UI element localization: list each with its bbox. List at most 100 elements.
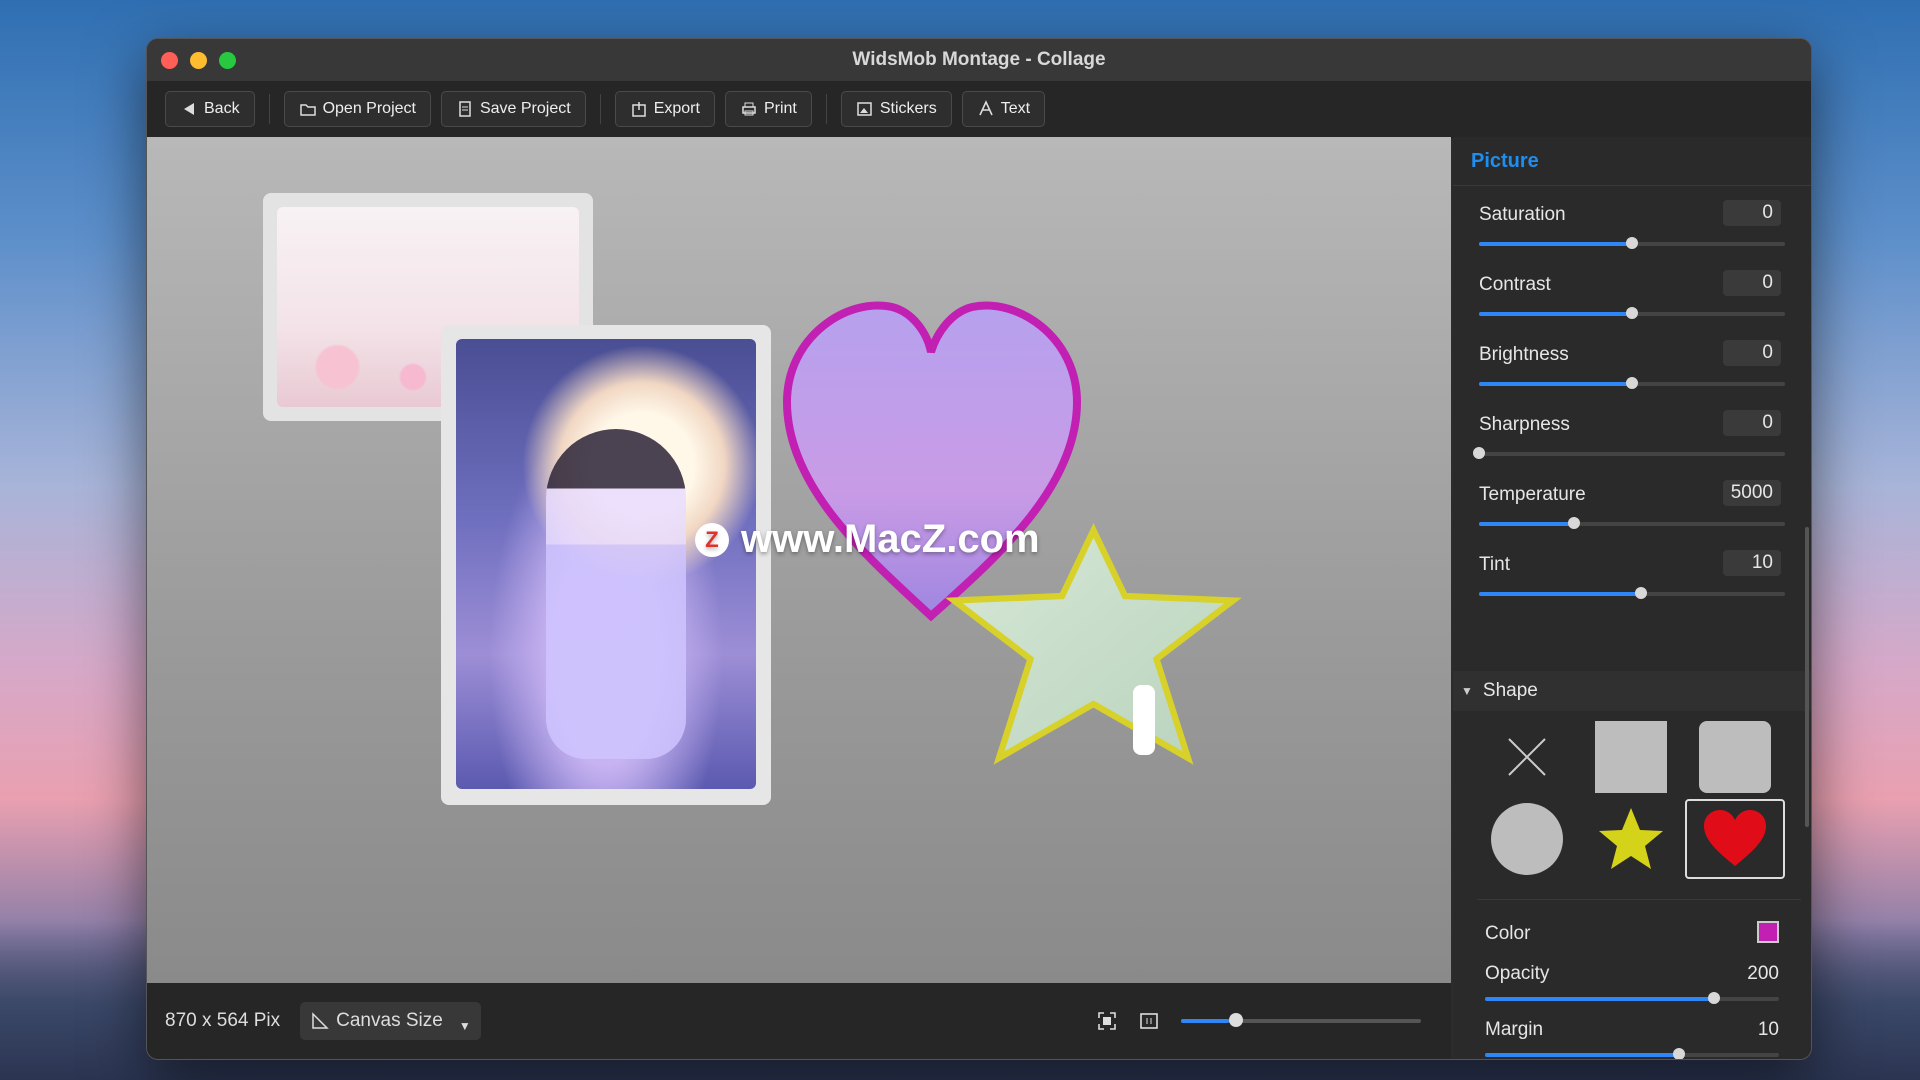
canvas-dimensions: 870 x 564 Pix — [165, 1010, 281, 1031]
adjustment-row: Saturation 0 — [1453, 186, 1811, 256]
adjustment-value-field[interactable]: 10 — [1723, 550, 1781, 576]
adjustment-label: Temperature — [1479, 484, 1586, 505]
rounded-square-icon — [1699, 721, 1771, 793]
adjustment-slider-knob[interactable] — [1626, 237, 1638, 249]
heart-photo-shape[interactable] — [782, 301, 1082, 622]
watermark-text: www.MacZ.com — [741, 517, 1040, 561]
back-button[interactable]: Back — [165, 91, 255, 127]
text-icon — [979, 100, 993, 116]
adjustment-value-field[interactable]: 5000 — [1723, 480, 1781, 506]
adjustment-slider[interactable] — [1473, 447, 1785, 459]
zoom-button[interactable] — [219, 52, 236, 69]
opacity-slider-knob[interactable] — [1708, 992, 1721, 1004]
color-swatch[interactable] — [1757, 921, 1779, 943]
heart-icon — [1704, 810, 1766, 866]
adjustment-row: Tint 10 — [1453, 536, 1811, 606]
chevron-down-icon: ▼ — [458, 1019, 471, 1033]
back-label: Back — [204, 100, 240, 117]
printer-icon — [742, 102, 756, 116]
status-bar: 870 x 564 Pix Canvas Size ▼ — [147, 983, 1451, 1059]
save-project-button[interactable]: Save Project — [440, 91, 586, 127]
opacity-label: Opacity — [1485, 963, 1550, 984]
opacity-slider[interactable] — [1485, 992, 1779, 1004]
adjustment-row: Temperature 5000 — [1453, 466, 1811, 536]
zoom-slider-knob[interactable] — [1229, 1013, 1243, 1027]
adjustment-slider-knob[interactable] — [1626, 377, 1638, 389]
margin-slider-fill — [1485, 1053, 1680, 1057]
open-project-label: Open Project — [322, 100, 416, 117]
adjustment-label: Tint — [1479, 554, 1510, 575]
shape-star-option[interactable] — [1581, 799, 1681, 879]
square-icon — [1595, 721, 1667, 793]
none-icon — [1508, 738, 1546, 776]
adjustment-slider[interactable] — [1479, 237, 1785, 249]
text-label: Text — [1000, 100, 1031, 117]
zoom-slider-fill — [1181, 1019, 1229, 1023]
window-title: WidsMob Montage - Collage — [852, 49, 1106, 70]
adjustment-label: Brightness — [1479, 344, 1569, 365]
shape-square-option[interactable] — [1581, 717, 1681, 797]
adjustment-slider[interactable] — [1479, 587, 1785, 599]
shape-grid — [1477, 717, 1787, 879]
canvas-size-label: Canvas Size — [336, 1010, 443, 1031]
circle-icon — [1491, 803, 1563, 875]
collage-canvas[interactable]: Z www.MacZ.com — [147, 137, 1451, 983]
fit-screen-icon[interactable] — [1097, 1011, 1117, 1031]
export-icon — [631, 102, 646, 117]
adjustment-slider-knob[interactable] — [1567, 517, 1580, 529]
traffic-lights — [161, 52, 236, 69]
toolbar-separator — [599, 94, 601, 124]
star-photo-shape[interactable] — [945, 523, 1242, 765]
toolbar-separator — [825, 94, 827, 124]
adjustment-slider[interactable] — [1479, 307, 1785, 319]
back-arrow-icon — [184, 103, 194, 115]
adjustment-row: Brightness 0 — [1453, 326, 1811, 396]
close-button[interactable] — [161, 52, 178, 69]
opacity-slider-fill — [1485, 997, 1715, 1001]
folder-icon — [299, 104, 316, 116]
adjustment-slider[interactable] — [1479, 517, 1785, 529]
shape-none-option[interactable] — [1477, 717, 1577, 797]
margin-slider[interactable] — [1485, 1048, 1779, 1059]
adjustment-value-field[interactable]: 0 — [1723, 200, 1781, 226]
section-divider — [1477, 899, 1801, 900]
actual-size-icon[interactable] — [1139, 1011, 1159, 1031]
zoom-slider[interactable] — [1181, 1013, 1421, 1027]
adjustment-slider-knob[interactable] — [1626, 307, 1638, 319]
panel-scrollbar[interactable] — [1805, 527, 1809, 827]
adjustment-label: Saturation — [1479, 204, 1566, 225]
text-button[interactable]: Text — [961, 91, 1046, 127]
star-icon — [1599, 808, 1663, 869]
print-button[interactable]: Print — [724, 91, 812, 127]
minimize-button[interactable] — [190, 52, 207, 69]
adjustment-value-field[interactable]: 0 — [1723, 410, 1781, 436]
stickers-button[interactable]: Stickers — [840, 91, 952, 127]
adjustments-list: Saturation 0 Contrast 0 Brightness 0 Sharpness… — [1453, 186, 1811, 606]
watermark: Z www.MacZ.com — [695, 517, 1040, 562]
zoom-controls — [1097, 983, 1421, 1059]
adjustment-slider-knob[interactable] — [1635, 587, 1648, 599]
shape-rounded-square-option[interactable] — [1685, 717, 1785, 797]
adjustment-slider-knob[interactable] — [1473, 447, 1485, 459]
app-window: WidsMob Montage - Collage Back Open Proj… — [146, 38, 1812, 1060]
shape-section-header[interactable]: ▼ Shape — [1453, 671, 1811, 711]
canvas-size-dropdown[interactable]: Canvas Size ▼ — [300, 1002, 481, 1040]
document-icon — [459, 101, 471, 117]
margin-slider-knob[interactable] — [1673, 1048, 1686, 1059]
shape-heart-option[interactable] — [1685, 799, 1785, 879]
adjustment-value-field[interactable]: 0 — [1723, 340, 1781, 366]
toolbar-separator — [268, 94, 270, 124]
title-bar: WidsMob Montage - Collage — [147, 39, 1811, 81]
margin-value: 10 — [1757, 1019, 1779, 1040]
toolbar: Back Open Project Save Project Export Pr… — [147, 81, 1811, 138]
export-button[interactable]: Export — [614, 91, 715, 127]
adjustment-slider-fill — [1479, 592, 1642, 596]
adjustment-slider[interactable] — [1479, 377, 1785, 389]
shape-section-label: Shape — [1482, 680, 1538, 701]
shape-circle-option[interactable] — [1477, 799, 1577, 879]
adjustment-value-field[interactable]: 0 — [1723, 270, 1781, 296]
open-project-button[interactable]: Open Project — [283, 91, 431, 127]
properties-panel: Picture Saturation 0 Contrast 0 Brightness 0 S… — [1453, 137, 1811, 1059]
export-label: Export — [653, 100, 700, 117]
margin-label: Margin — [1485, 1019, 1544, 1040]
